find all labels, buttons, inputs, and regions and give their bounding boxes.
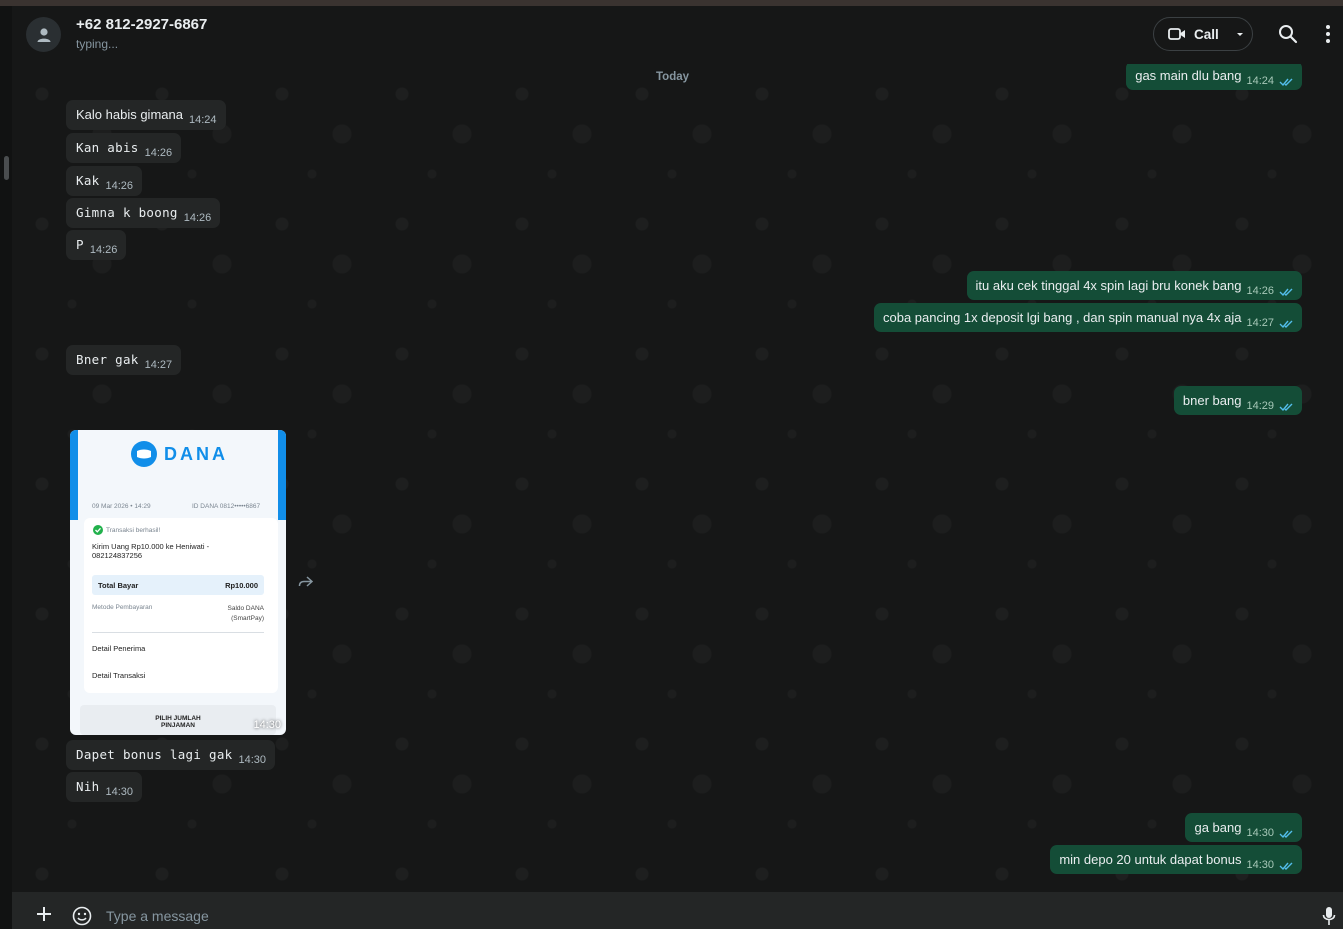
call-button[interactable]: Call	[1153, 17, 1253, 51]
message-incoming[interactable]: Gimna k boong 14:26	[66, 198, 221, 228]
dana-logo: DANA	[130, 440, 228, 468]
message-time: 14:24	[188, 114, 217, 126]
receipt-banner-text: PILIH JUMLAH PINJAMAN	[155, 715, 201, 729]
video-camera-icon	[1168, 28, 1185, 40]
message-text: Gimna k boong	[76, 205, 178, 220]
scrollbar-thumb[interactable]	[4, 156, 9, 180]
message-text: Nih	[76, 779, 100, 794]
message-time: 14:26	[89, 244, 118, 256]
message-outgoing[interactable]: ga bang 14:30	[1185, 813, 1302, 842]
message-text: min depo 20 untuk dapat bonus	[1059, 852, 1242, 867]
receipt-divider	[92, 632, 264, 633]
search-icon[interactable]	[1278, 24, 1298, 44]
message-time: 14:27	[1246, 317, 1274, 329]
dana-logo-icon	[131, 441, 157, 467]
receipt-recipient-label: Detail Penerima	[92, 644, 146, 653]
message-text: Dapet bonus lagi gak	[76, 747, 233, 762]
message-incoming[interactable]: Kalo habis gimana 14:24	[66, 100, 226, 130]
receipt-accent-left	[70, 430, 78, 520]
message-time: 14:30	[238, 754, 267, 766]
dana-logo-text: DANA	[164, 443, 228, 464]
message-text: Kalo habis gimana	[76, 107, 183, 122]
message-outgoing[interactable]: coba pancing 1x deposit lgi bang , dan s…	[873, 303, 1302, 332]
message-incoming[interactable]: Kak 14:26	[66, 166, 143, 196]
message-time: 14:26	[144, 147, 173, 159]
double-check-icon	[1279, 78, 1293, 87]
double-check-icon	[1279, 862, 1293, 871]
message-text: itu aku cek tinggal 4x spin lagi bru kon…	[975, 278, 1242, 293]
chat-area[interactable]: Today gas main dlu bang 14:24 Kalo habis…	[12, 64, 1343, 892]
receipt-total-value: Rp10.000	[225, 581, 258, 590]
message-time: 14:30	[1246, 827, 1274, 839]
plus-icon[interactable]	[36, 906, 52, 922]
message-outgoing[interactable]: itu aku cek tinggal 4x spin lagi bru kon…	[966, 271, 1302, 300]
double-check-icon	[1279, 288, 1293, 297]
message-incoming[interactable]: Bner gak 14:27	[66, 345, 182, 375]
receipt-method-label: Metode Pembayaran	[92, 604, 153, 611]
message-text: Kan abis	[76, 140, 139, 155]
double-check-icon	[1279, 403, 1293, 412]
menu-dots-icon[interactable]	[1325, 24, 1331, 44]
image-message[interactable]: DANA 09 Mar 2026 • 14:29 ID DANA 0812•••…	[70, 430, 286, 735]
message-text: bner bang	[1182, 393, 1242, 408]
message-time: 14:27	[144, 359, 173, 371]
message-time: 14:26	[1246, 285, 1274, 297]
receipt-transaction-label: Detail Transaksi	[92, 671, 146, 680]
receipt-total-label: Total Bayar	[98, 581, 139, 590]
message-text: ga bang	[1194, 820, 1242, 835]
microphone-icon[interactable]	[1322, 906, 1336, 926]
chat-header: +62 812-2927-6867 typing... Call	[12, 6, 1343, 64]
receipt-date: 09 Mar 2026 • 14:29	[92, 503, 151, 510]
sticker-icon[interactable]	[72, 906, 92, 926]
receipt-image[interactable]: DANA 09 Mar 2026 • 14:29 ID DANA 0812•••…	[70, 430, 286, 735]
receipt-accent-right	[278, 430, 286, 520]
receipt-dana-id: ID DANA 0812•••••6867	[192, 503, 261, 510]
receipt-method-value: Saldo DANA (SmartPay)	[227, 605, 265, 622]
contact-name[interactable]: +62 812-2927-6867	[76, 16, 207, 33]
message-text: gas main dlu bang	[1135, 68, 1242, 83]
receipt-description: Kirim Uang Rp10.000 ke Heniwati - 082124…	[92, 542, 210, 560]
message-time: 14:24	[1246, 75, 1274, 87]
message-time: 14:26	[183, 212, 212, 224]
message-time: 14:30	[105, 786, 134, 798]
message-incoming[interactable]: Nih 14:30	[66, 772, 143, 802]
message-outgoing[interactable]: min depo 20 untuk dapat bonus 14:30	[1050, 845, 1302, 874]
composer-bar	[12, 892, 1343, 929]
receipt-status: Transaksi berhasil!	[106, 527, 161, 534]
left-scrollbar-track[interactable]	[0, 6, 12, 929]
message-text: coba pancing 1x deposit lgi bang , dan s…	[882, 310, 1242, 325]
message-text: Bner gak	[76, 352, 139, 367]
message-time: 14:30	[253, 719, 281, 731]
contact-status: typing...	[76, 37, 119, 51]
call-button-label: Call	[1194, 26, 1219, 42]
date-separator: Today	[656, 71, 690, 83]
message-incoming[interactable]: Kan abis 14:26	[66, 133, 182, 163]
avatar[interactable]	[26, 17, 61, 52]
forward-icon[interactable]	[298, 576, 314, 588]
message-outgoing[interactable]: bner bang 14:29	[1173, 386, 1302, 415]
success-check-icon	[93, 525, 103, 535]
chevron-down-icon	[1236, 33, 1243, 36]
message-time: 14:29	[1246, 400, 1274, 412]
person-icon	[37, 27, 50, 42]
message-time: 14:30	[1246, 859, 1274, 871]
message-outgoing[interactable]: gas main dlu bang 14:24	[1126, 64, 1302, 90]
message-text: P	[76, 237, 84, 252]
message-time: 14:26	[105, 180, 134, 192]
message-incoming[interactable]: Dapet bonus lagi gak 14:30	[66, 740, 276, 770]
double-check-icon	[1279, 830, 1293, 839]
message-text: Kak	[76, 173, 100, 188]
double-check-icon	[1279, 320, 1293, 329]
message-input[interactable]	[104, 904, 1208, 928]
message-incoming[interactable]: P 14:26	[66, 230, 127, 260]
